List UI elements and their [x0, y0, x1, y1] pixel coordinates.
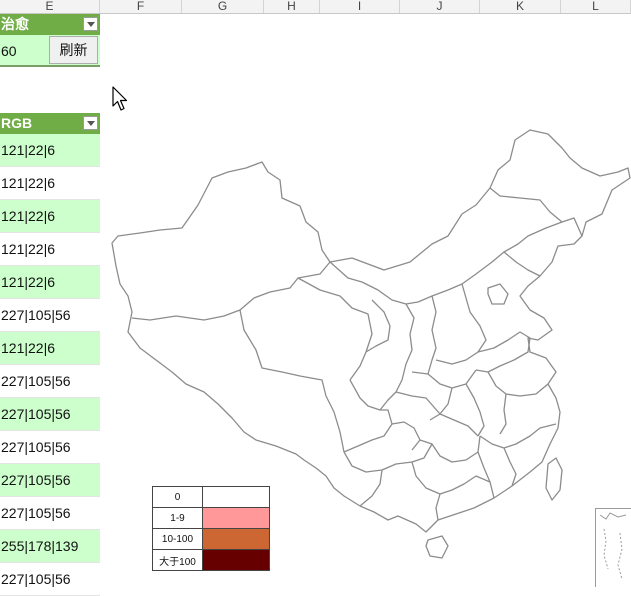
- table1-value: 60: [1, 43, 17, 59]
- province-border: [239, 309, 345, 453]
- province-border: [131, 261, 331, 321]
- legend-label: 0: [152, 486, 203, 508]
- table1-header: 治愈: [0, 14, 100, 35]
- province-border: [359, 469, 383, 507]
- table-row[interactable]: 227|105|56: [0, 431, 100, 464]
- province-border: [365, 299, 391, 353]
- table-row[interactable]: 121|22|6: [0, 233, 100, 266]
- province-border: [435, 493, 441, 521]
- south-china-sea-inset: [595, 508, 631, 587]
- column-header-bar: E F G H I J K L: [0, 0, 631, 14]
- province-border: [379, 303, 415, 411]
- province-border: [411, 295, 437, 375]
- legend-swatch: [202, 507, 270, 529]
- legend-swatch: [202, 486, 270, 508]
- table-row[interactable]: 227|105|56: [0, 299, 100, 332]
- table2-header: RGB: [0, 113, 100, 134]
- province-border: [479, 423, 557, 449]
- province-border: [411, 461, 491, 495]
- table-row[interactable]: 121|22|6: [0, 200, 100, 233]
- province-border: [489, 187, 563, 223]
- legend-row: 1-9: [152, 507, 270, 529]
- province-border: [425, 535, 449, 559]
- mouse-cursor-icon: [112, 86, 128, 111]
- province-border: [343, 379, 393, 453]
- column-header-k[interactable]: K: [480, 0, 561, 13]
- province-border: [329, 251, 541, 305]
- table-row[interactable]: 121|22|6: [0, 266, 100, 299]
- province-border: [503, 217, 583, 253]
- table-row[interactable]: 227|105|56: [0, 464, 100, 497]
- column-header-h[interactable]: H: [264, 0, 320, 13]
- filter-dropdown-icon[interactable]: [83, 116, 98, 130]
- province-border: [487, 283, 509, 305]
- province-border: [503, 447, 517, 487]
- legend-swatch: [202, 528, 270, 550]
- table1-header-label: 治愈: [1, 16, 29, 32]
- filter-dropdown-icon[interactable]: [83, 17, 98, 31]
- province-border: [545, 457, 563, 501]
- legend-label: 1-9: [152, 507, 203, 529]
- table2-header-label: RGB: [1, 115, 33, 131]
- column-header-e[interactable]: E: [0, 0, 100, 13]
- column-header-i[interactable]: I: [320, 0, 400, 13]
- province-border: [427, 369, 477, 389]
- province-border: [343, 443, 433, 473]
- legend-row: 10-100: [152, 528, 270, 550]
- table-row[interactable]: 121|22|6: [0, 332, 100, 365]
- province-border: [465, 383, 485, 437]
- column-header-j[interactable]: J: [400, 0, 480, 13]
- province-border: [477, 451, 495, 499]
- column-header-l[interactable]: L: [561, 0, 631, 13]
- legend-swatch: [202, 549, 270, 571]
- table-row[interactable]: 121|22|6: [0, 134, 100, 167]
- legend-row: 0: [152, 486, 270, 508]
- column-header-g[interactable]: G: [182, 0, 264, 13]
- province-border: [429, 387, 453, 421]
- province-border: [487, 371, 549, 397]
- province-border: [499, 393, 507, 435]
- province-border: [297, 277, 373, 381]
- table-row[interactable]: 227|105|56: [0, 563, 100, 596]
- table-row[interactable]: 227|105|56: [0, 365, 100, 398]
- legend-label: 10-100: [152, 528, 203, 550]
- province-border: [395, 391, 479, 437]
- province-border: [391, 421, 421, 451]
- map-legend: 0 1-9 10-100 大于100: [152, 486, 270, 571]
- table-row[interactable]: 255|178|139: [0, 530, 100, 563]
- column-header-f[interactable]: F: [100, 0, 182, 13]
- province-border: [475, 331, 531, 373]
- refresh-button[interactable]: 刷新: [49, 36, 98, 64]
- table-row[interactable]: 227|105|56: [0, 497, 100, 530]
- table-row[interactable]: 121|22|6: [0, 167, 100, 200]
- table-row[interactable]: 227|105|56: [0, 398, 100, 431]
- legend-row: 大于100: [152, 549, 270, 571]
- legend-label: 大于100: [152, 549, 203, 571]
